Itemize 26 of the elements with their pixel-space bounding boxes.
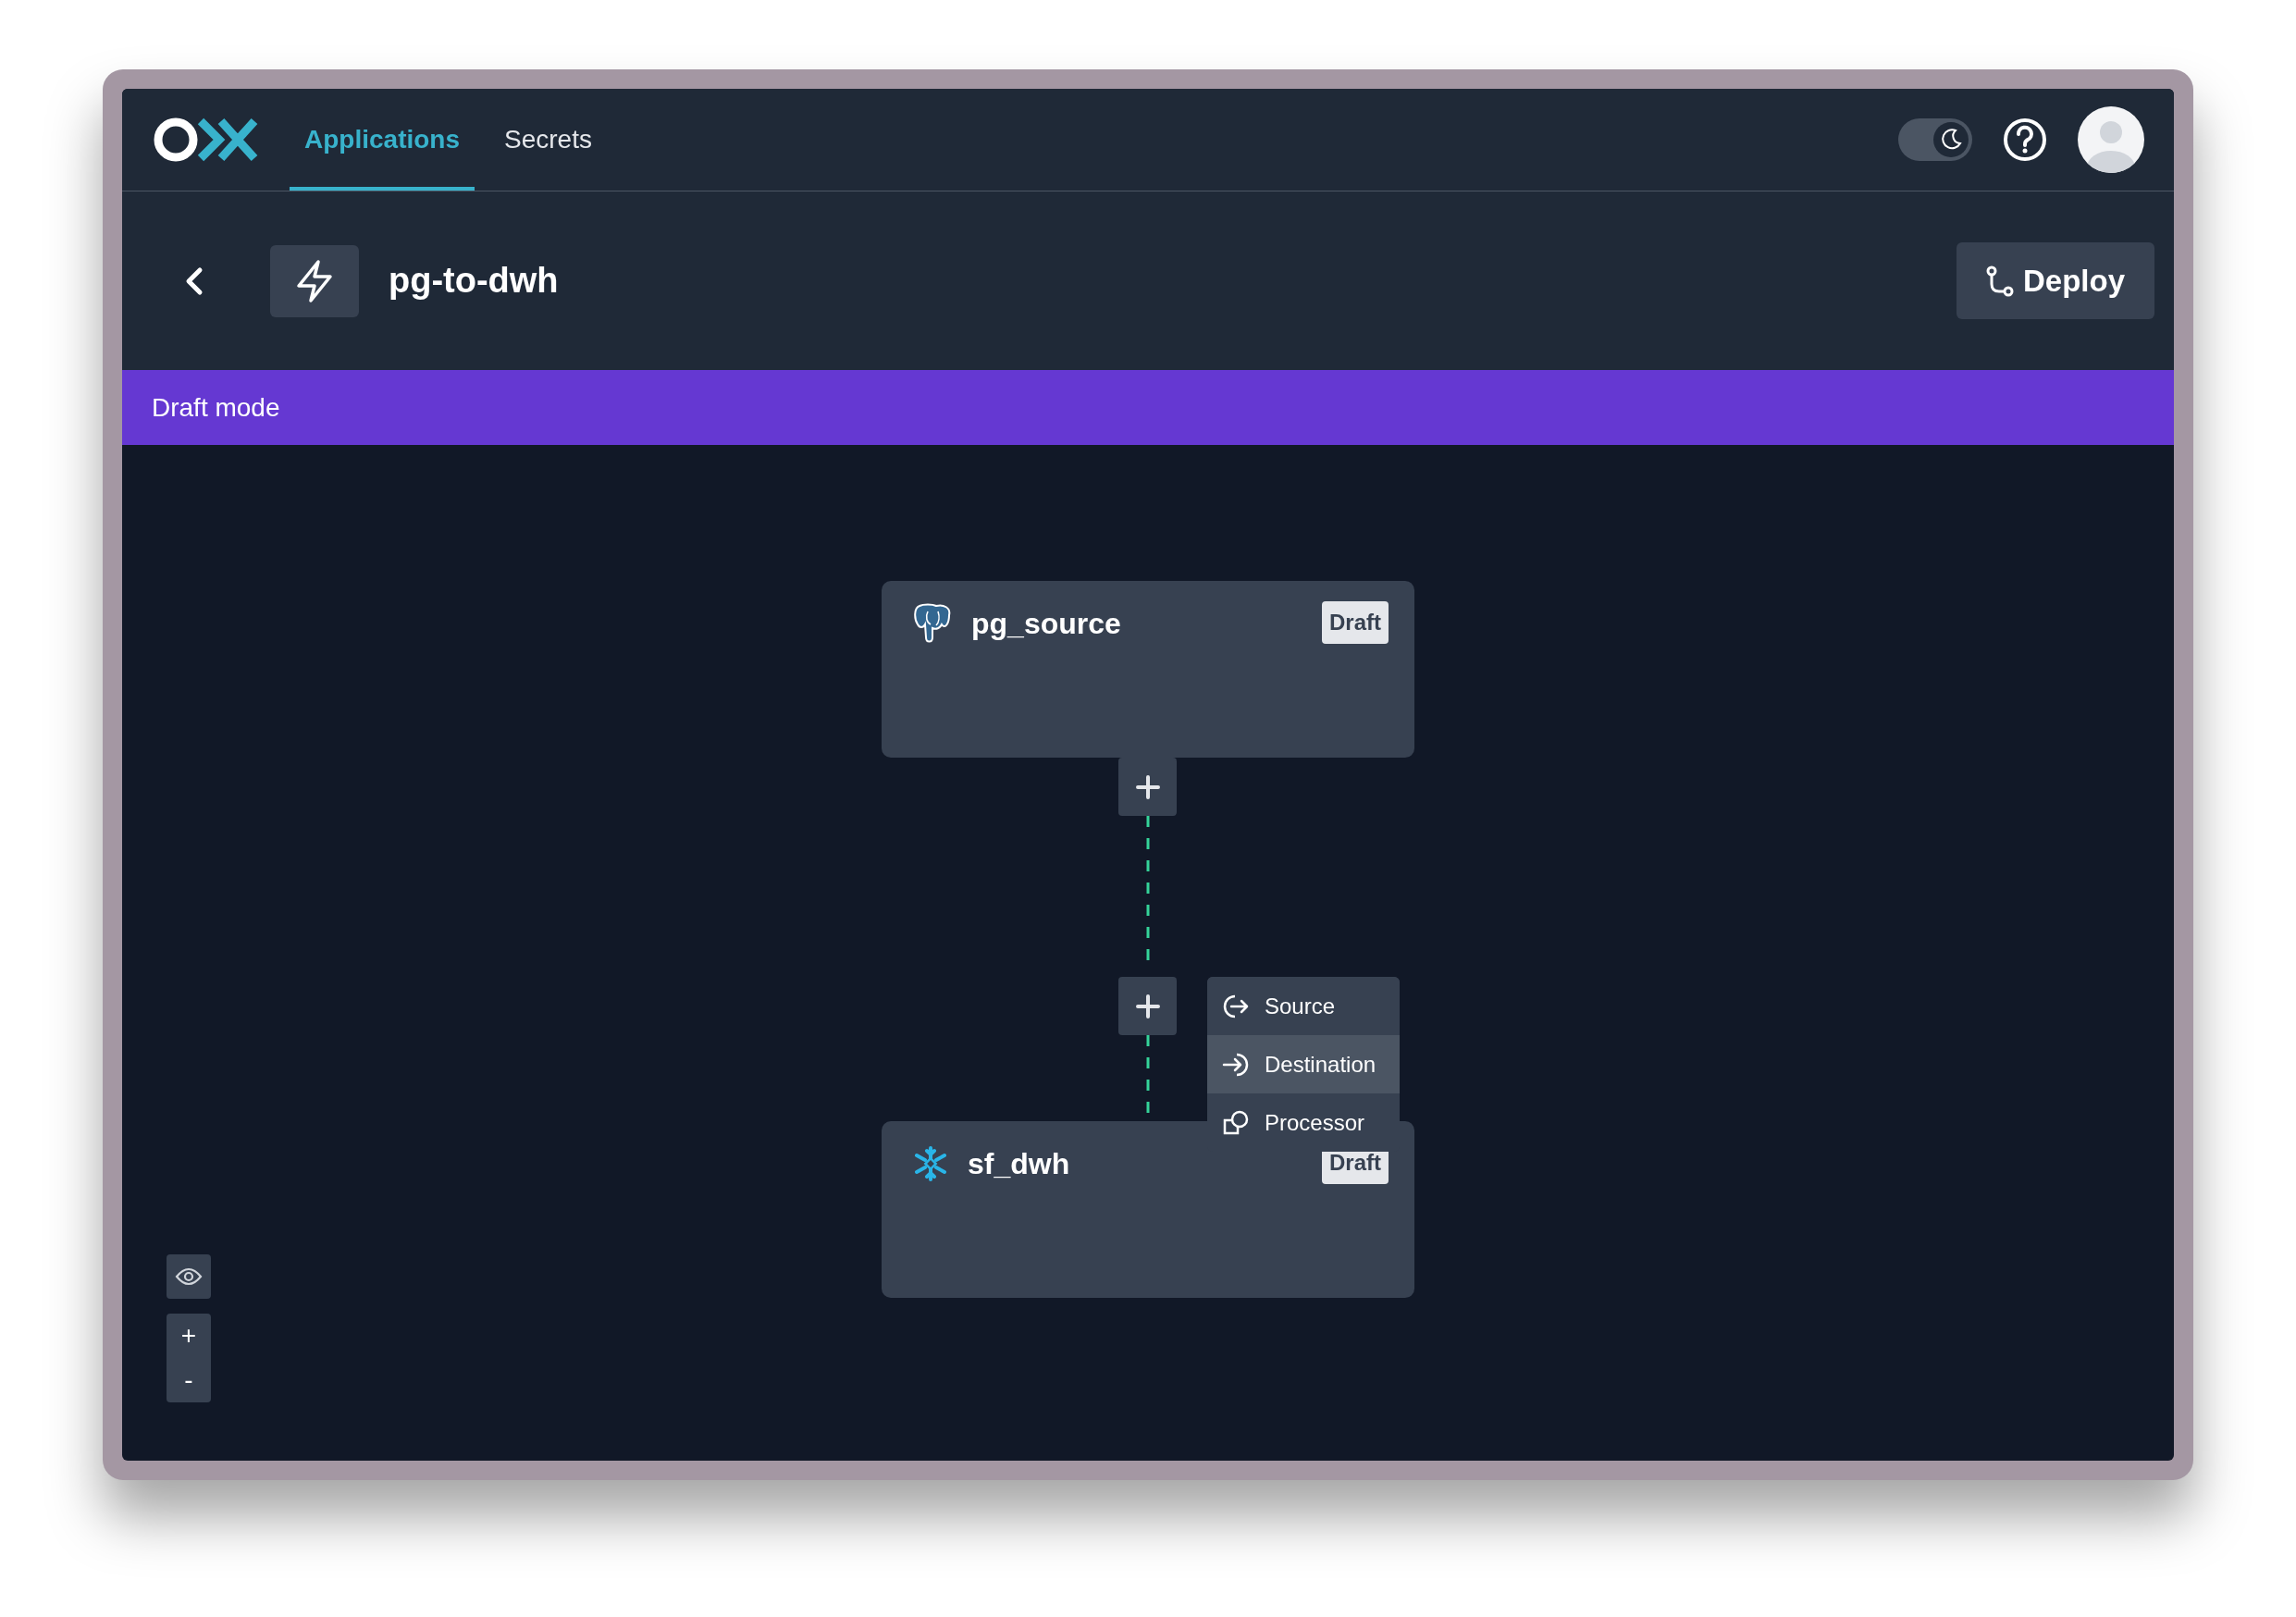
dark-mode-toggle[interactable] bbox=[1898, 118, 1972, 161]
eye-icon bbox=[175, 1267, 203, 1286]
logo-icon bbox=[153, 116, 260, 164]
banner-text: Draft mode bbox=[152, 391, 280, 424]
add-step-button[interactable] bbox=[1118, 758, 1177, 816]
plus-icon bbox=[1135, 994, 1160, 1018]
add-step-button[interactable] bbox=[1118, 977, 1177, 1035]
status-badge: Draft bbox=[1322, 601, 1389, 644]
plus-icon bbox=[1135, 774, 1160, 799]
snowflake-icon bbox=[912, 1145, 949, 1182]
zoom-out-button[interactable]: - bbox=[167, 1358, 211, 1402]
moon-icon bbox=[1939, 128, 1963, 152]
node-title: sf_dwh bbox=[968, 1146, 1070, 1182]
page-title: pg-to-dwh bbox=[389, 260, 559, 302]
elephant-icon bbox=[912, 602, 953, 645]
menu-item[interactable]: Destination bbox=[1207, 1035, 1400, 1093]
lightning-icon bbox=[270, 244, 359, 317]
help-icon[interactable] bbox=[2002, 117, 2048, 163]
zoom-in-button[interactable]: + bbox=[167, 1314, 211, 1358]
toggle-visibility-button[interactable] bbox=[167, 1254, 211, 1299]
pipeline-node[interactable]: pg_source Draft bbox=[882, 581, 1414, 758]
node-title: pg_source bbox=[971, 606, 1121, 642]
nav-tab[interactable]: Secrets bbox=[489, 89, 607, 191]
shapes-icon bbox=[1222, 1108, 1250, 1137]
branch-icon bbox=[1985, 265, 2014, 297]
deploy-button[interactable]: Deploy bbox=[1956, 242, 2154, 319]
